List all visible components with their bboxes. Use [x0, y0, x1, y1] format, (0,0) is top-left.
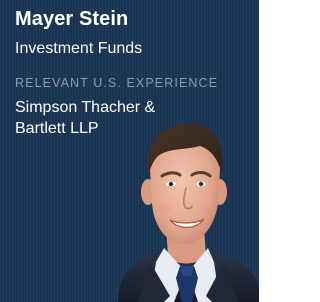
portrait-photo: [118, 123, 259, 302]
profile-card: Mayer Stein Investment Funds RELEVANT U.…: [0, 0, 259, 302]
